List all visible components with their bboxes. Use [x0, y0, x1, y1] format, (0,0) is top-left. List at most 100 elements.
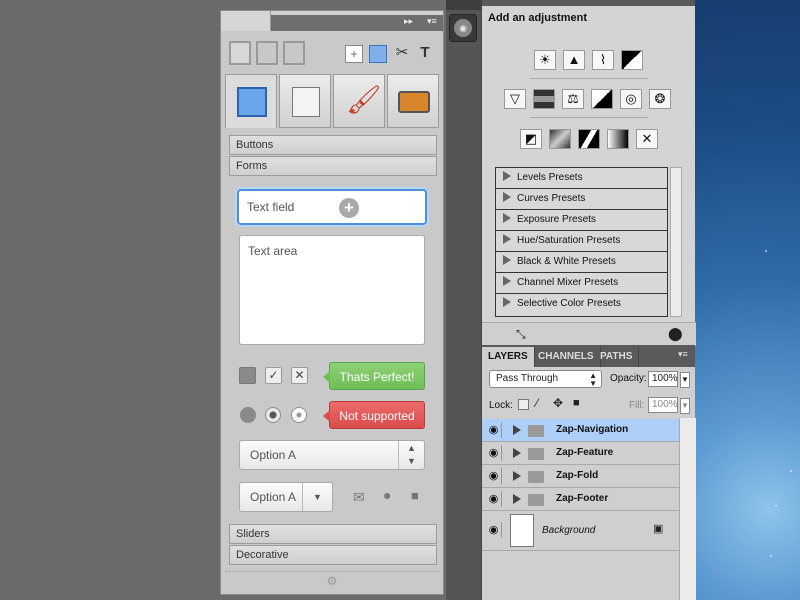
preset-item[interactable]: Curves Presets [496, 189, 667, 210]
zap-launcher-button[interactable]: ◉ [449, 14, 477, 42]
lock-paint-icon[interactable]: ⁄ [536, 396, 538, 410]
radio-unselected[interactable] [291, 407, 307, 423]
opacity-input[interactable]: 100% [648, 371, 678, 387]
user-icon[interactable]: ● [383, 487, 391, 503]
levels-icon[interactable]: ▲ [563, 50, 585, 70]
text-tool-icon[interactable]: T [416, 45, 434, 63]
black-white-icon[interactable] [591, 89, 613, 109]
blueprint-icon [237, 87, 267, 117]
threshold-icon[interactable] [578, 129, 600, 149]
exposure-icon[interactable] [621, 50, 643, 70]
eye-icon[interactable]: ◉ [486, 422, 502, 438]
expand-triangle-icon[interactable] [503, 171, 511, 181]
posterize-icon[interactable] [549, 129, 571, 149]
layer-group-row[interactable]: ◉ Zap-Feature [482, 442, 679, 465]
grid-icon[interactable] [369, 45, 387, 63]
eye-icon[interactable]: ◉ [486, 491, 502, 507]
expand-triangle-icon[interactable] [503, 192, 511, 202]
text-field[interactable]: Text field + [237, 189, 427, 225]
preset-item[interactable]: Exposure Presets [496, 210, 667, 231]
lock-transparent-icon[interactable] [518, 399, 529, 410]
invert-icon[interactable]: ◩ [520, 129, 542, 149]
expand-triangle-icon[interactable] [513, 448, 521, 458]
select-arrows-icon[interactable]: ▲ ▼ [398, 441, 424, 469]
eye-icon[interactable]: ◉ [486, 445, 502, 461]
expand-triangle-icon[interactable] [513, 471, 521, 481]
presets-scrollbar[interactable] [670, 167, 682, 317]
fill-input[interactable]: 100% [648, 397, 678, 413]
expand-triangle-icon[interactable] [503, 297, 511, 307]
section-forms[interactable]: Forms [229, 156, 437, 176]
tab-channels[interactable]: CHANNELS [532, 347, 601, 367]
tab-paths[interactable]: PATHS [594, 347, 640, 367]
layer-group-row[interactable]: ◉ Zap-Fold [482, 465, 679, 488]
plus-icon[interactable]: + [339, 198, 359, 218]
section-sliders[interactable]: Sliders [229, 524, 437, 544]
success-tooltip: Thats Perfect! [323, 362, 425, 390]
section-buttons[interactable]: Buttons [229, 135, 437, 155]
preset-item[interactable]: Channel Mixer Presets [496, 273, 667, 294]
mail-icon[interactable]: ✉ [353, 489, 365, 506]
clip-layers-icon[interactable]: ⬤ [668, 326, 683, 342]
radio-selected[interactable] [265, 407, 281, 423]
select-option-a[interactable]: Option A ▲ ▼ [239, 440, 425, 470]
layout-full-icon[interactable] [229, 41, 251, 65]
expand-triangle-icon[interactable] [503, 276, 511, 286]
scissors-icon[interactable]: ✂ [393, 45, 411, 63]
expand-view-icon[interactable]: ⤡ [516, 327, 526, 342]
hue-saturation-icon[interactable] [533, 89, 555, 109]
expand-triangle-icon[interactable] [503, 255, 511, 265]
panel-menu-icon[interactable]: ▾≡ [678, 349, 688, 360]
vibrance-icon[interactable]: ▽ [504, 89, 526, 109]
panel-tab[interactable] [221, 11, 271, 31]
expand-triangle-icon[interactable] [503, 234, 511, 244]
folder-icon [528, 494, 544, 506]
photo-filter-icon[interactable]: ◎ [620, 89, 642, 109]
chevron-down-icon[interactable]: ▼ [302, 483, 332, 511]
add-element-icon[interactable]: + [345, 45, 363, 63]
tab-wireframe[interactable] [279, 74, 331, 128]
layers-panel: LAYERS CHANNELS PATHS ▾≡ Pass Through ▲ ▼… [481, 345, 696, 600]
opacity-dropdown-icon[interactable]: ▼ [680, 372, 690, 388]
blend-mode-select[interactable]: Pass Through ▲ ▼ [489, 370, 602, 388]
background-layer-row[interactable]: ◉ Background ▣ [482, 511, 679, 551]
expand-triangle-icon[interactable] [503, 213, 511, 223]
fill-dropdown-icon[interactable]: ▼ [680, 398, 690, 414]
layout-split-icon[interactable] [256, 41, 278, 65]
layers-scrollbar[interactable] [679, 418, 696, 600]
color-balance-icon[interactable]: ⚖ [562, 89, 584, 109]
curves-icon[interactable]: ⌇ [592, 50, 614, 70]
tab-media[interactable] [387, 74, 439, 128]
expand-triangle-icon[interactable] [513, 425, 521, 435]
radio-filled[interactable] [240, 407, 256, 423]
checkbox-crossed[interactable]: ✕ [291, 367, 308, 384]
tab-layers[interactable]: LAYERS [482, 347, 535, 367]
checkbox-checked[interactable]: ✓ [265, 367, 282, 384]
lock-all-icon[interactable]: ■ [573, 397, 580, 409]
layer-group-row[interactable]: ◉ Zap-Navigation [482, 419, 679, 442]
lock-icon[interactable]: ■ [411, 488, 419, 503]
collapse-icon[interactable]: ▸▸ [404, 16, 413, 27]
channel-mixer-icon[interactable]: ❂ [649, 89, 671, 109]
lock-move-icon[interactable]: ✥ [553, 396, 563, 410]
expand-triangle-icon[interactable] [513, 494, 521, 504]
select-option-b[interactable]: Option A ▼ [239, 482, 333, 512]
layer-group-row[interactable]: ◉ Zap-Footer [482, 488, 679, 511]
brightness-icon[interactable]: ☀ [534, 50, 556, 70]
tab-style[interactable]: 🖌 [333, 74, 385, 128]
tab-layout[interactable] [225, 74, 277, 128]
panel-menu-icon[interactable]: ▾≡ [427, 16, 437, 27]
star [770, 555, 772, 557]
preset-item[interactable]: Levels Presets [496, 168, 667, 189]
preset-item[interactable]: Selective Color Presets [496, 294, 667, 315]
gradient-map-icon[interactable] [607, 129, 629, 149]
eye-icon[interactable]: ◉ [486, 522, 502, 538]
layout-columns-icon[interactable] [283, 41, 305, 65]
text-area[interactable]: Text area [239, 235, 425, 345]
eye-icon[interactable]: ◉ [486, 468, 502, 484]
preset-item[interactable]: Black & White Presets [496, 252, 667, 273]
preset-item[interactable]: Hue/Saturation Presets [496, 231, 667, 252]
selective-color-icon[interactable]: ✕ [636, 129, 658, 149]
section-decorative[interactable]: Decorative [229, 545, 437, 565]
checkbox-filled[interactable] [239, 367, 256, 384]
